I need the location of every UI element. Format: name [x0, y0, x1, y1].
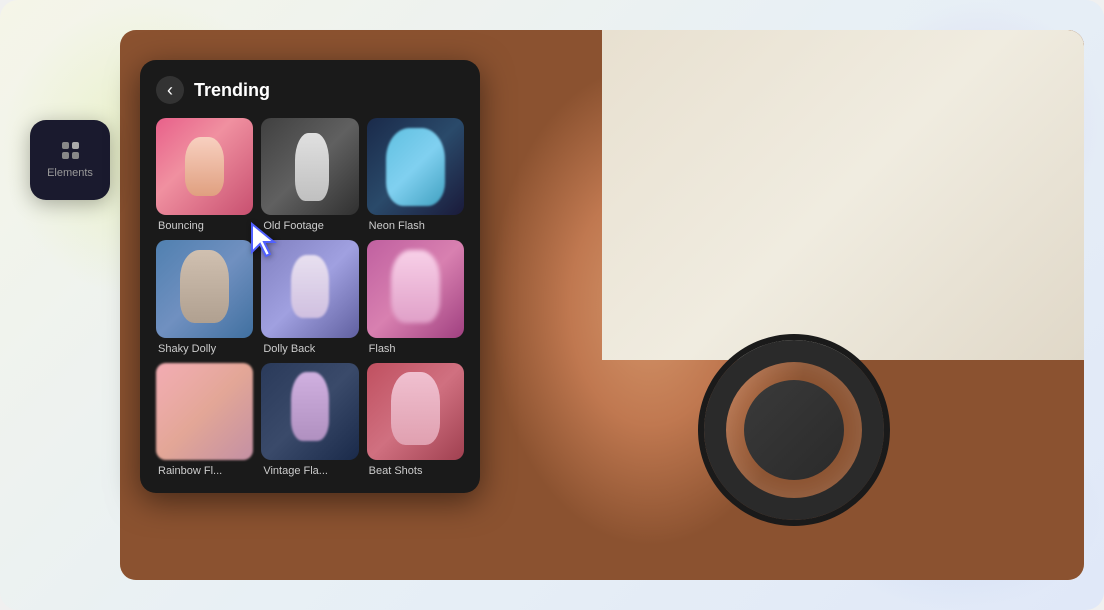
effect-thumb-old-footage [261, 118, 358, 215]
effects-grid: Bouncing Old Footage Neon Flash Shaky Do… [156, 118, 464, 477]
elements-sidebar-icon[interactable]: Elements [30, 120, 110, 200]
effect-item-rainbow-fl[interactable]: Rainbow Fl... [156, 363, 253, 477]
effect-item-old-footage[interactable]: Old Footage [261, 118, 358, 232]
effect-thumb-dolly-back [261, 240, 358, 337]
effect-label-flash: Flash [367, 343, 464, 355]
trending-panel: Trending Bouncing Old Footage Neon Flash [140, 60, 480, 493]
effect-item-bouncing[interactable]: Bouncing [156, 118, 253, 232]
dot-1 [62, 142, 69, 149]
effect-label-shaky-dolly: Shaky Dolly [156, 343, 253, 355]
effect-label-dolly-back: Dolly Back [261, 343, 358, 355]
effect-thumb-bouncing [156, 118, 253, 215]
effect-label-old-footage: Old Footage [261, 220, 358, 232]
elements-label: Elements [47, 167, 93, 179]
effect-thumb-vintage-fla [261, 363, 358, 460]
panel-header: Trending [156, 76, 464, 104]
effect-label-vintage-fla: Vintage Fla... [261, 465, 358, 477]
effect-thumb-rainbow-fl [156, 363, 253, 460]
effect-thumb-shaky-dolly [156, 240, 253, 337]
effect-label-beat-shots: Beat Shots [367, 465, 464, 477]
effect-thumb-neon-flash [367, 118, 464, 215]
effect-item-neon-flash[interactable]: Neon Flash [367, 118, 464, 232]
effect-thumb-flash [367, 240, 464, 337]
back-button[interactable] [156, 76, 184, 104]
effect-item-vintage-fla[interactable]: Vintage Fla... [261, 363, 358, 477]
scene: Elements Trending Bouncing Old Footage N… [0, 0, 1104, 610]
effect-label-bouncing: Bouncing [156, 220, 253, 232]
effect-item-flash[interactable]: Flash [367, 240, 464, 354]
effect-thumb-beat-shots [367, 363, 464, 460]
effect-item-beat-shots[interactable]: Beat Shots [367, 363, 464, 477]
effect-label-neon-flash: Neon Flash [367, 220, 464, 232]
dot-4 [72, 152, 79, 159]
ring-light [704, 340, 884, 520]
dot-3 [62, 152, 69, 159]
panel-title: Trending [194, 80, 270, 101]
elements-icon-grid [62, 142, 79, 159]
dot-plus [72, 142, 79, 149]
effect-item-shaky-dolly[interactable]: Shaky Dolly [156, 240, 253, 354]
effect-label-rainbow-fl: Rainbow Fl... [156, 465, 253, 477]
effect-item-dolly-back[interactable]: Dolly Back [261, 240, 358, 354]
